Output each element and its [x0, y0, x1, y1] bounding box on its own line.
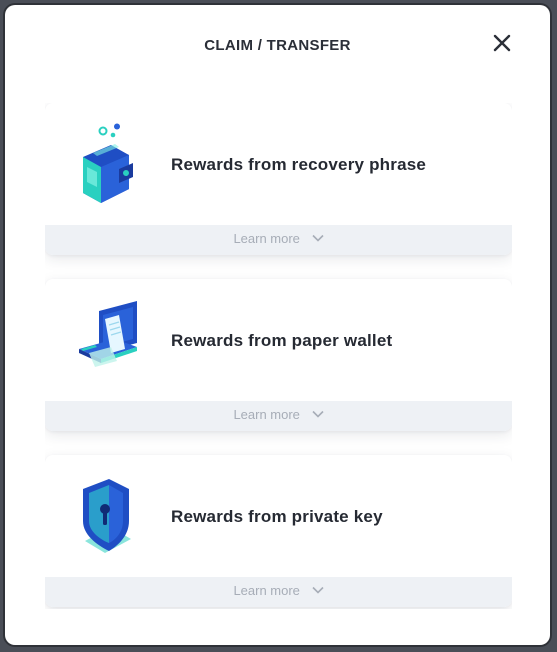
- chevron-down-icon: [311, 410, 324, 418]
- claim-transfer-modal: CLAIM / TRANSFER Rewards from recovery p…: [5, 5, 550, 645]
- learn-more-label: Learn more: [233, 407, 300, 422]
- option-label: Rewards from private key: [171, 507, 383, 526]
- modal-title: CLAIM / TRANSFER: [204, 37, 351, 54]
- chevron-down-icon: [311, 586, 324, 594]
- option-card-private-key[interactable]: Rewards from private key Learn more: [45, 455, 512, 607]
- shield-key-icon: [83, 479, 131, 553]
- option-label: Rewards from paper wallet: [171, 331, 393, 350]
- paper-wallet-icon: [79, 301, 137, 367]
- learn-more-label: Learn more: [233, 583, 300, 598]
- chevron-down-icon: [311, 234, 324, 242]
- option-label: Rewards from recovery phrase: [171, 155, 427, 174]
- options-list: Rewards from recovery phrase Learn more: [45, 103, 512, 609]
- learn-more-button[interactable]: Learn more: [45, 225, 512, 255]
- learn-more-button[interactable]: Learn more: [45, 577, 512, 607]
- close-icon[interactable]: [492, 33, 512, 53]
- option-card-paper-wallet[interactable]: Rewards from paper wallet Learn more: [45, 279, 512, 431]
- wallet-icon: [83, 123, 133, 203]
- learn-more-label: Learn more: [233, 231, 300, 246]
- learn-more-button[interactable]: Learn more: [45, 401, 512, 431]
- option-card-recovery-phrase[interactable]: Rewards from recovery phrase Learn more: [45, 103, 512, 255]
